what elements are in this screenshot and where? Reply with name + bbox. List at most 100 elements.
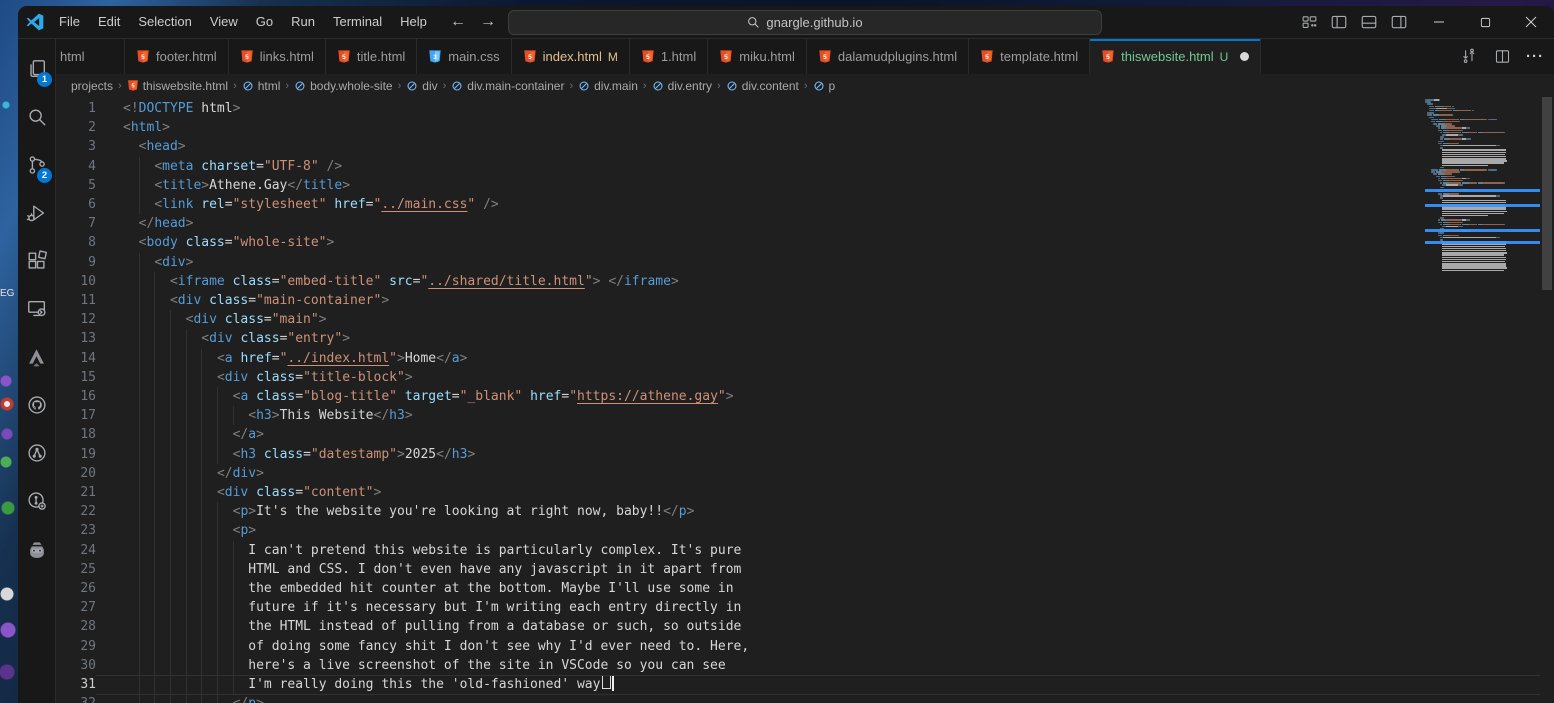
split-editor-icon[interactable] <box>1493 48 1511 66</box>
tab-dalamudplugins.html[interactable]: 5dalamudplugins.html <box>807 39 969 74</box>
code-line[interactable]: 21<div class="content"> <box>56 483 1540 502</box>
code-line[interactable]: 31I'm really doing this the 'old-fashion… <box>56 675 1540 694</box>
line-number[interactable]: 17 <box>56 406 96 425</box>
line-number[interactable]: 21 <box>56 483 96 502</box>
code-line[interactable]: 3<head> <box>56 137 1540 156</box>
a-logo-icon[interactable] <box>18 333 55 381</box>
line-number[interactable]: 22 <box>56 502 96 521</box>
scrollbar-thumb[interactable] <box>1542 97 1552 290</box>
line-number[interactable]: 4 <box>56 157 96 176</box>
breadcrumb-item-div[interactable]: div <box>406 79 437 93</box>
maximize-button[interactable] <box>1462 6 1508 38</box>
code-line[interactable]: 8<body class="whole-site"> <box>56 233 1540 252</box>
line-number[interactable]: 1 <box>56 99 96 118</box>
tab-index.html[interactable]: 5index.htmlM <box>512 39 630 74</box>
code-line[interactable]: 6<link rel="stylesheet" href="../main.cs… <box>56 195 1540 214</box>
dirty-indicator[interactable] <box>1240 52 1249 61</box>
code-line[interactable]: 24I can't pretend this website is partic… <box>56 541 1540 560</box>
line-number[interactable]: 8 <box>56 233 96 252</box>
code-line[interactable]: 15<div class="title-block"> <box>56 368 1540 387</box>
code-line[interactable]: 26the embedded hit counter at the bottom… <box>56 579 1540 598</box>
toggle-panel-icon[interactable] <box>1360 13 1378 31</box>
breadcrumb-item-thiswebsite-html[interactable]: 5thiswebsite.html <box>127 79 228 93</box>
code-line[interactable]: 22<p>It's the website you're looking at … <box>56 502 1540 521</box>
code-line[interactable]: 32</p> <box>56 694 1540 703</box>
code-line[interactable]: 12<div class="main"> <box>56 310 1540 329</box>
open-changes-icon[interactable] <box>1460 48 1478 66</box>
code-line[interactable]: 10<iframe class="embed-title" src="../sh… <box>56 272 1540 291</box>
code-line[interactable]: 25HTML and CSS. I don't even have any ja… <box>56 560 1540 579</box>
breadcrumb-item-html[interactable]: html <box>242 79 281 93</box>
line-number[interactable]: 32 <box>56 694 96 703</box>
line-number[interactable]: 24 <box>56 541 96 560</box>
line-number[interactable]: 2 <box>56 118 96 137</box>
line-number[interactable]: 14 <box>56 349 96 368</box>
code-line[interactable]: 23<p> <box>56 521 1540 540</box>
code-line[interactable]: 17<h3>This Website</h3> <box>56 406 1540 425</box>
code-line[interactable]: 11<div class="main-container"> <box>56 291 1540 310</box>
tab-miku.html[interactable]: 5miku.html <box>708 39 807 74</box>
tab-template.html[interactable]: 5template.html <box>969 39 1090 74</box>
code-line[interactable]: 30here's a live screenshot of the site i… <box>56 656 1540 675</box>
breadcrumb-item-div-content[interactable]: div.content <box>726 79 799 93</box>
line-number[interactable]: 18 <box>56 425 96 444</box>
code-line[interactable]: 7</head> <box>56 214 1540 233</box>
history-forward-button[interactable]: → <box>480 13 496 31</box>
line-number[interactable]: 29 <box>56 637 96 656</box>
code-line[interactable]: 9<div> <box>56 253 1540 272</box>
line-number[interactable]: 9 <box>56 253 96 272</box>
code-line[interactable]: 19<h3 class="datestamp">2025</h3> <box>56 445 1540 464</box>
line-number[interactable]: 13 <box>56 329 96 348</box>
line-number[interactable]: 5 <box>56 176 96 195</box>
menu-view[interactable]: View <box>201 6 247 38</box>
line-number[interactable]: 31 <box>56 675 96 694</box>
more-actions-icon[interactable]: ··· <box>1526 48 1544 66</box>
menu-go[interactable]: Go <box>247 6 282 38</box>
code-line[interactable]: 2<html> <box>56 118 1540 137</box>
minimap[interactable] <box>1425 99 1540 703</box>
line-number[interactable]: 20 <box>56 464 96 483</box>
menu-selection[interactable]: Selection <box>129 6 200 38</box>
minimize-button[interactable] <box>1416 6 1462 38</box>
code-line[interactable]: 4<meta charset="UTF-8" /> <box>56 157 1540 176</box>
close-button[interactable] <box>1508 6 1554 38</box>
code-line[interactable]: 27future if it's necessary but I'm writi… <box>56 598 1540 617</box>
line-number[interactable]: 25 <box>56 560 96 579</box>
command-center[interactable]: gnargle.github.io <box>508 10 1102 35</box>
toggle-primary-sidebar-icon[interactable] <box>1330 13 1348 31</box>
breadcrumb-item-div-main-container[interactable]: div.main-container <box>451 79 564 93</box>
code-line[interactable]: 14<a href="../index.html">Home</a> <box>56 349 1540 368</box>
extensions-icon[interactable] <box>18 237 55 285</box>
code-line[interactable]: 5<title>Athene.Gay</title> <box>56 176 1540 195</box>
menu-edit[interactable]: Edit <box>89 6 129 38</box>
remote-explorer-icon[interactable] <box>18 285 55 333</box>
tab-1.html[interactable]: 51.html <box>630 39 708 74</box>
search-icon[interactable] <box>18 93 55 141</box>
git-graph-icon[interactable] <box>18 429 55 477</box>
code-line[interactable]: 18</a> <box>56 425 1540 444</box>
tab-footer.html[interactable]: 5footer.html <box>125 39 229 74</box>
explorer-icon[interactable]: 1 <box>18 45 55 93</box>
toggle-secondary-sidebar-icon[interactable] <box>1390 13 1408 31</box>
menu-run[interactable]: Run <box>282 6 324 38</box>
code-line[interactable]: 20</div> <box>56 464 1540 483</box>
breadcrumb-item-div-entry[interactable]: div.entry <box>652 79 712 93</box>
code-line[interactable]: 13<div class="entry"> <box>56 329 1540 348</box>
customize-layout-icon[interactable] <box>1300 13 1318 31</box>
tab-main.css[interactable]: 3main.css <box>417 39 511 74</box>
code-line[interactable]: 1<!DOCTYPE html> <box>56 99 1540 118</box>
source-control-icon[interactable]: 2 <box>18 141 55 189</box>
history-back-button[interactable]: ← <box>450 13 466 31</box>
tab-title.html[interactable]: 5title.html <box>326 39 417 74</box>
line-number[interactable]: 6 <box>56 195 96 214</box>
code-line[interactable]: 28the HTML instead of pulling from a dat… <box>56 617 1540 636</box>
run-and-debug-icon[interactable] <box>18 189 55 237</box>
code-line[interactable]: 16<a class="blog-title" target="_blank" … <box>56 387 1540 406</box>
tab-links.html[interactable]: 5links.html <box>229 39 326 74</box>
menu-file[interactable]: File <box>50 6 89 38</box>
line-number[interactable]: 27 <box>56 598 96 617</box>
line-number[interactable]: 26 <box>56 579 96 598</box>
tab-thiswebsite.html[interactable]: 5thiswebsite.htmlU <box>1090 39 1261 74</box>
line-number[interactable]: 11 <box>56 291 96 310</box>
menu-help[interactable]: Help <box>391 6 436 38</box>
